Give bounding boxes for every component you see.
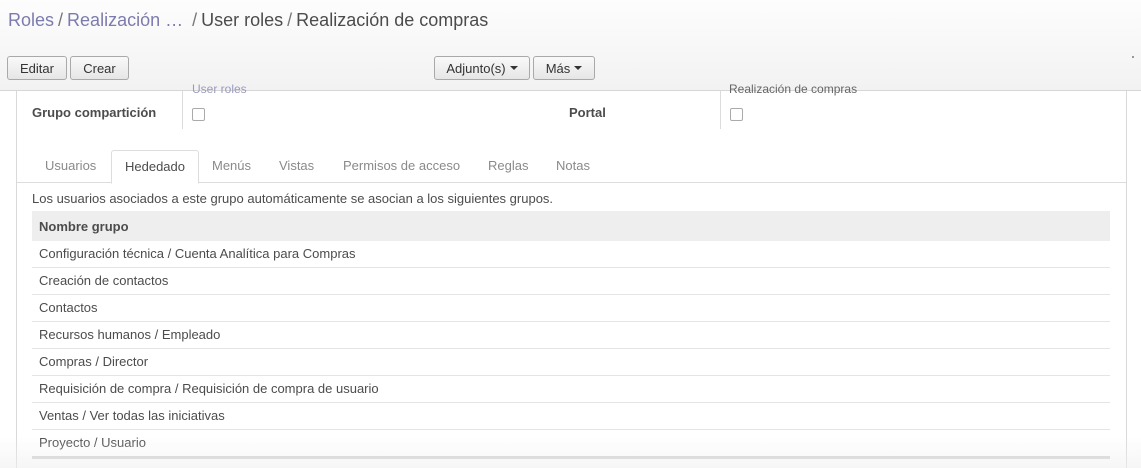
table-row[interactable]: Recursos humanos / Empleado bbox=[32, 322, 1110, 349]
control-panel: Roles / Realización … / User roles / Realizac… bbox=[0, 0, 1141, 91]
tab-users[interactable]: Usuarios bbox=[32, 150, 109, 183]
form-sheet: User roles Realización de compras Grupo … bbox=[16, 82, 1127, 468]
tab-notes[interactable]: Notas bbox=[543, 150, 603, 183]
share-group-label: Grupo compartición bbox=[32, 105, 157, 120]
inherited-description: Los usuarios asociados a este grupo auto… bbox=[32, 191, 554, 206]
notebook-tabs: Usuarios Hededado Menús Vistas Permisos … bbox=[17, 150, 1126, 184]
more-label: Más bbox=[545, 60, 571, 76]
breadcrumb-user-roles: User roles bbox=[201, 10, 284, 30]
share-group-checkbox[interactable] bbox=[192, 108, 205, 121]
attachments-dropdown[interactable]: Adjunto(s) bbox=[434, 56, 530, 80]
breadcrumb-roles[interactable]: Roles bbox=[8, 10, 54, 30]
breadcrumb-separator: / bbox=[58, 10, 64, 30]
field-divider bbox=[182, 91, 183, 129]
type-field-value[interactable]: User roles bbox=[192, 82, 247, 96]
breadcrumb: Roles / Realización … / User roles / Realizac… bbox=[8, 10, 488, 31]
caret-down-icon bbox=[574, 66, 583, 70]
breadcrumb-separator: / bbox=[287, 10, 293, 30]
tab-access-rights[interactable]: Permisos de acceso bbox=[330, 150, 473, 183]
portal-checkbox[interactable] bbox=[730, 108, 743, 121]
field-divider bbox=[720, 91, 721, 129]
column-header-group-name[interactable]: Nombre grupo bbox=[32, 211, 1110, 241]
table-row[interactable]: Configuración técnica / Cuenta Analítica… bbox=[32, 241, 1110, 268]
attachments-label: Adjunto(s) bbox=[446, 60, 506, 76]
breadcrumb-separator: / bbox=[187, 10, 198, 30]
portal-label: Portal bbox=[569, 105, 606, 120]
name-field-value: Realización de compras bbox=[729, 82, 858, 96]
table-row[interactable]: Contactos bbox=[32, 295, 1110, 322]
breadcrumb-role-record[interactable]: Realización … bbox=[67, 10, 183, 30]
caret-down-icon bbox=[509, 66, 518, 70]
table-row[interactable]: Creación de contactos bbox=[32, 268, 1110, 295]
edit-button[interactable]: Editar bbox=[7, 56, 67, 80]
table-footer bbox=[32, 456, 1110, 459]
more-dropdown[interactable]: Más bbox=[533, 56, 595, 80]
tab-inherited[interactable]: Hededado bbox=[111, 150, 199, 184]
tab-rules[interactable]: Reglas bbox=[475, 150, 541, 183]
table-row[interactable]: Proyecto / Usuario bbox=[32, 430, 1110, 457]
resize-handle-icon bbox=[1132, 56, 1134, 58]
tab-views[interactable]: Vistas bbox=[266, 150, 327, 183]
table-row[interactable]: Compras / Director bbox=[32, 349, 1110, 376]
inherited-groups-table: Nombre grupo Configuración técnica / Cue… bbox=[32, 211, 1110, 457]
table-row[interactable]: Ventas / Ver todas las iniciativas bbox=[32, 403, 1110, 430]
tab-menus[interactable]: Menús bbox=[199, 150, 264, 183]
page-title: Realización de compras bbox=[296, 10, 489, 30]
create-button[interactable]: Crear bbox=[70, 56, 129, 80]
table-row[interactable]: Requisición de compra / Requisición de c… bbox=[32, 376, 1110, 403]
